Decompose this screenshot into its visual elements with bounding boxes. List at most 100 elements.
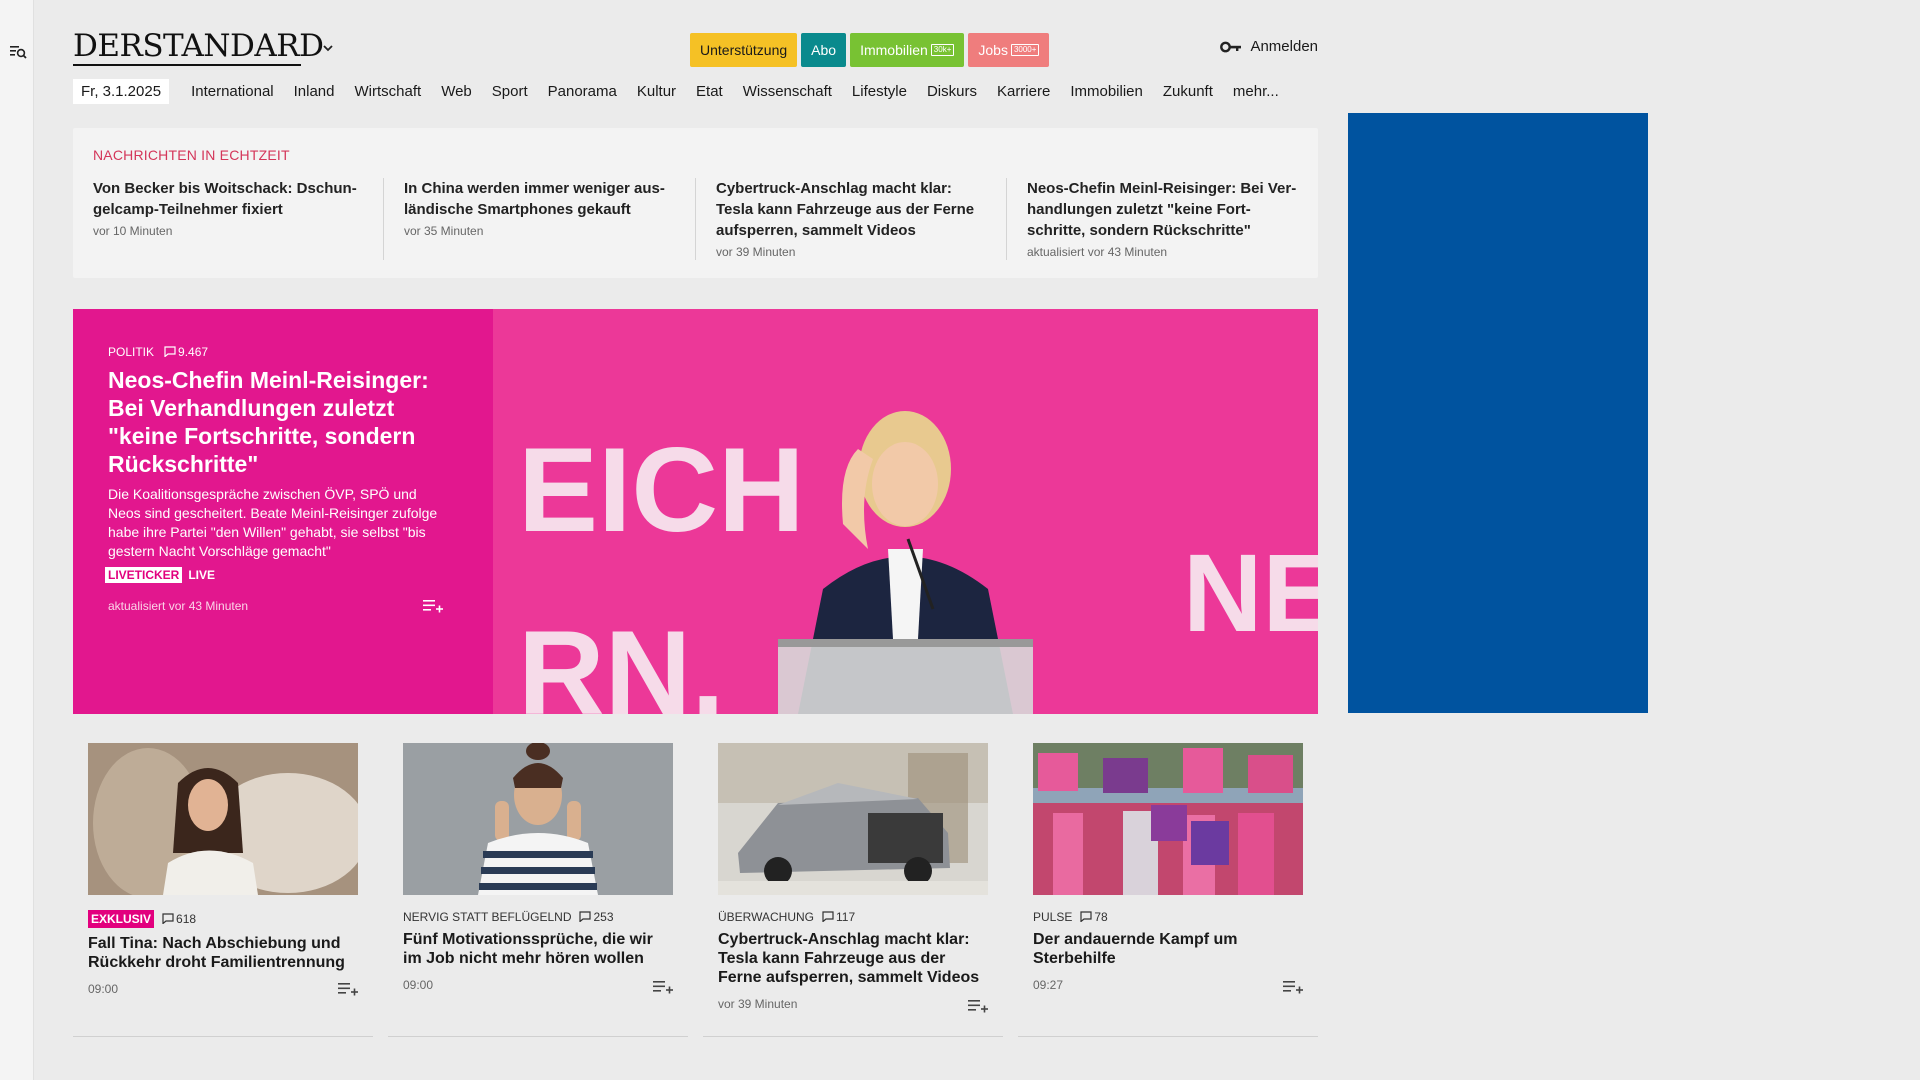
article-image bbox=[718, 743, 988, 895]
article-posts-count: 78 bbox=[1094, 910, 1108, 924]
hero-text-panel: POLITIK 9.467 Neos-Chefin Meinl-Reisinge… bbox=[73, 309, 493, 714]
pill-label: Jobs bbox=[978, 42, 1008, 58]
nav-item-sport[interactable]: Sport bbox=[482, 79, 538, 104]
article-posts-count: 117 bbox=[836, 910, 856, 924]
hero-title[interactable]: Neos-Chefin Meinl-Reisinger: Bei Verhand… bbox=[108, 366, 458, 478]
search-menu-icon[interactable] bbox=[9, 43, 27, 61]
ticker-item-title: Von Becker bis Woitschack: Dschun­gelcam… bbox=[93, 180, 357, 218]
key-icon bbox=[1220, 41, 1242, 52]
article-meta: PULSE 78 bbox=[1033, 910, 1303, 924]
nav-item-more[interactable]: mehr... bbox=[1223, 79, 1289, 104]
article-image bbox=[403, 743, 673, 895]
nav-item-international[interactable]: International bbox=[181, 79, 284, 104]
ad-banner[interactable] bbox=[1348, 113, 1648, 713]
ticker-item-time: vor 35 Minuten bbox=[404, 224, 484, 238]
site-logo[interactable]: DERSTANDARD bbox=[73, 28, 324, 64]
ticker-heading: NACHRICHTEN IN ECHTZEIT bbox=[93, 147, 290, 163]
ticker-item[interactable]: In China werden immer weniger aus­ländis… bbox=[404, 178, 676, 260]
nav-item-etat[interactable]: Etat bbox=[686, 79, 733, 104]
speech-bubble-icon bbox=[1080, 911, 1092, 922]
article-posts[interactable]: 253 bbox=[579, 910, 614, 924]
site-header: DERSTANDARD Unterstützung Abo Immobilien… bbox=[73, 28, 1318, 70]
article-title[interactable]: Fünf Motivationssprüche, die wir im Job … bbox=[403, 930, 673, 968]
article-card[interactable]: NERVIG STATT BEFLÜGELND 253 Fünf Motivat… bbox=[403, 743, 673, 1038]
add-to-list-icon[interactable] bbox=[653, 979, 673, 995]
card-divider bbox=[388, 1036, 688, 1037]
nav-item-web[interactable]: Web bbox=[431, 79, 482, 104]
ticker-item-time: vor 10 Minuten bbox=[93, 224, 173, 238]
article-posts[interactable]: 117 bbox=[822, 910, 855, 924]
ticker-item-time: vor 39 Minuten bbox=[716, 245, 796, 259]
nav-item-kultur[interactable]: Kultur bbox=[627, 79, 686, 104]
nav-item-wissenschaft[interactable]: Wissenschaft bbox=[733, 79, 842, 104]
article-posts[interactable]: 78 bbox=[1080, 910, 1108, 924]
ticker-divider bbox=[383, 178, 384, 260]
chevron-down-icon[interactable] bbox=[320, 40, 336, 56]
ticker-item[interactable]: Cybertruck-Anschlag macht klar: Tesla ka… bbox=[716, 178, 988, 260]
article-kicker: NERVIG STATT BEFLÜGELND bbox=[403, 910, 572, 924]
article-title[interactable]: Der andauernde Kampf um Sterbehilfe bbox=[1033, 930, 1303, 968]
article-time: 09:00 bbox=[88, 982, 119, 996]
nav-item-zukunft[interactable]: Zukunft bbox=[1153, 79, 1223, 104]
add-to-list-icon[interactable] bbox=[423, 598, 443, 614]
hero-posts[interactable]: 9.467 bbox=[164, 345, 208, 359]
ticker-item[interactable]: Von Becker bis Woitschack: Dschun­gelcam… bbox=[93, 178, 365, 260]
speech-bubble-icon bbox=[162, 913, 174, 924]
add-to-list-icon[interactable] bbox=[338, 981, 358, 997]
nav-item-inland[interactable]: Inland bbox=[284, 79, 345, 104]
pill-jobs[interactable]: Jobs 3000+ bbox=[968, 33, 1050, 67]
pill-abo[interactable]: Abo bbox=[801, 33, 847, 67]
backdrop-text: RN. bbox=[518, 606, 725, 714]
article-card[interactable]: ÜBERWACHUNG 117 Cybertruck-Anschlag mach… bbox=[718, 743, 988, 1038]
add-to-list-icon[interactable] bbox=[968, 998, 988, 1014]
ticker-item-title: In China werden immer weniger aus­ländis… bbox=[404, 180, 665, 218]
hero-section: POLITIK bbox=[108, 345, 155, 359]
article-time: 09:00 bbox=[403, 978, 434, 992]
article-time: 09:27 bbox=[1033, 978, 1064, 992]
hero-lead: Die Koalitionsgespräche zwischen ÖVP, SP… bbox=[108, 486, 438, 559]
hero-article[interactable]: POLITIK 9.467 Neos-Chefin Meinl-Reisinge… bbox=[73, 309, 1318, 714]
pill-label: Unterstützung bbox=[700, 42, 788, 58]
ticker-divider bbox=[1006, 178, 1007, 260]
pill-immobilien[interactable]: Immobilien 30k+ bbox=[850, 33, 965, 67]
nav-item-immobilien[interactable]: Immobilien bbox=[1060, 79, 1153, 104]
ticker-item-title: Neos-Chefin Meinl-Reisinger: Bei Ver­han… bbox=[1027, 180, 1297, 239]
ticker-item-time: aktualisiert vor 43 Minuten bbox=[1027, 245, 1168, 259]
article-kicker: ÜBERWACHUNG bbox=[718, 910, 815, 924]
ticker-item[interactable]: Neos-Chefin Meinl-Reisinger: Bei Ver­han… bbox=[1027, 178, 1299, 260]
speech-bubble-icon bbox=[822, 911, 834, 922]
nav-item-wirtschaft[interactable]: Wirtschaft bbox=[345, 79, 432, 104]
nav-item-karriere[interactable]: Karriere bbox=[987, 79, 1060, 104]
pill-badge: 30k+ bbox=[930, 44, 955, 56]
backdrop-text: NE bbox=[1183, 532, 1318, 655]
nav-item-panorama[interactable]: Panorama bbox=[538, 79, 627, 104]
login-button[interactable]: Anmelden bbox=[1220, 38, 1318, 55]
nav-item-diskurs[interactable]: Diskurs bbox=[917, 79, 987, 104]
article-image bbox=[88, 743, 358, 895]
pill-unterstuetzung[interactable]: Unterstützung bbox=[690, 33, 798, 67]
hero-photo: EICH RN. NE bbox=[493, 309, 1318, 714]
backdrop-text: EICH bbox=[518, 423, 805, 557]
pill-label: Immobilien bbox=[860, 42, 928, 58]
article-card[interactable]: EXKLUSIV 618 Fall Tina: Nach Abschiebung… bbox=[88, 743, 358, 1038]
speech-bubble-icon bbox=[579, 911, 592, 922]
article-title[interactable]: Cybertruck-Anschlag macht klar: Tesla ka… bbox=[718, 930, 988, 987]
card-divider bbox=[1018, 1036, 1318, 1037]
article-meta: EXKLUSIV 618 bbox=[88, 910, 358, 928]
article-posts[interactable]: 618 bbox=[162, 912, 196, 926]
section-nav: Fr, 3.1.2025 International Inland Wirtsc… bbox=[73, 77, 1289, 105]
add-to-list-icon[interactable] bbox=[1283, 979, 1303, 995]
nav-item-lifestyle[interactable]: Lifestyle bbox=[842, 79, 917, 104]
logo-underline bbox=[73, 64, 301, 66]
article-kicker: PULSE bbox=[1033, 910, 1073, 924]
card-divider bbox=[73, 1036, 373, 1037]
current-date: Fr, 3.1.2025 bbox=[73, 78, 170, 104]
article-card[interactable]: PULSE 78 Der andauernde Kampf um Sterbeh… bbox=[1033, 743, 1303, 1038]
article-title[interactable]: Fall Tina: Nach Abschiebung und Rückkehr… bbox=[88, 934, 358, 972]
login-label: Anmelden bbox=[1250, 38, 1318, 55]
pill-badge: 3000+ bbox=[1010, 44, 1040, 56]
hero-posts-count: 9.467 bbox=[178, 345, 209, 359]
live-news-ticker: NACHRICHTEN IN ECHTZEIT Von Becker bis W… bbox=[73, 128, 1318, 278]
ticker-item-title: Cybertruck-Anschlag macht klar: Tesla ka… bbox=[716, 180, 975, 239]
article-kicker: EXKLUSIV bbox=[88, 910, 155, 928]
